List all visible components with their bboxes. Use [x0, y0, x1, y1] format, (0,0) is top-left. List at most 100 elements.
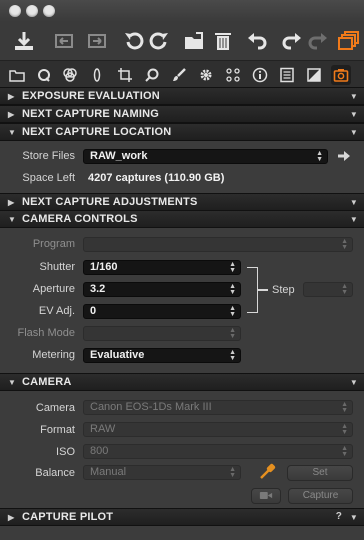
space-left-value: 4207 captures (110.90 GB) — [88, 172, 225, 184]
video-camera-icon — [259, 491, 273, 505]
program-select[interactable]: ▲ ▼ — [83, 237, 353, 252]
shutter-label: Shutter — [39, 261, 75, 273]
lens-icon[interactable] — [87, 65, 107, 85]
iso-label: ISO — [56, 446, 75, 458]
expand-triangle-icon: ▶ — [8, 198, 15, 207]
section-menu-icon[interactable]: ▼ — [350, 198, 358, 207]
section-exposure-evaluation[interactable]: ▶ EXPOSURE EVALUATION ▼ — [0, 87, 364, 105]
magnifier-icon[interactable] — [142, 65, 162, 85]
stack-icon[interactable] — [336, 28, 362, 54]
arrow-right-icon[interactable] — [336, 148, 352, 164]
step-bracket — [247, 267, 258, 313]
select-arrows-icon: ▲ ▼ — [341, 423, 348, 436]
section-menu-icon[interactable]: ▼ — [350, 215, 358, 224]
flash-mode-select[interactable]: ▲ ▼ — [83, 326, 241, 341]
collapse-triangle-icon: ▼ — [8, 128, 17, 137]
crop-icon[interactable] — [115, 65, 135, 85]
camera-controls-panel: Program ▲ ▼ Shutter 1/160 ▲ ▼ Aperture 3.2… — [0, 228, 364, 373]
collapse-triangle-icon: ▼ — [8, 215, 17, 224]
ev-adj-label: EV Adj. — [38, 305, 75, 317]
tool-tab-strip — [0, 60, 364, 88]
format-label: Format — [40, 424, 75, 436]
keyword-icon[interactable] — [223, 65, 243, 85]
expand-triangle-icon: ▶ — [8, 110, 15, 119]
program-label: Program — [32, 238, 75, 250]
step-label: Step — [272, 284, 295, 296]
bw-icon[interactable] — [304, 65, 324, 85]
section-menu-icon[interactable]: ▼ — [350, 513, 358, 522]
minimize-button[interactable] — [26, 5, 38, 17]
camera-panel: Camera Canon EOS-1Ds Mark III ▲ ▼ Format … — [0, 391, 364, 508]
ev-adj-select[interactable]: 0 ▲ ▼ — [83, 304, 241, 319]
title-bar — [0, 0, 364, 22]
forward-icon[interactable] — [84, 28, 110, 54]
rotate-right-icon[interactable] — [146, 28, 172, 54]
eyedropper-icon[interactable] — [258, 461, 278, 481]
section-camera-controls[interactable]: ▼ CAMERA CONTROLS ▼ — [0, 210, 364, 228]
toolbar — [0, 22, 364, 60]
set-button[interactable]: Set — [287, 465, 353, 481]
rotate-left-icon[interactable] — [121, 28, 147, 54]
color-icon[interactable] — [60, 65, 80, 85]
folder-move-icon[interactable] — [181, 28, 207, 54]
section-camera[interactable]: ▼ CAMERA ▼ — [0, 373, 364, 391]
balance-label: Balance — [35, 467, 75, 479]
step-select[interactable]: ▲ ▼ — [303, 282, 353, 297]
iso-select[interactable]: 800 ▲ ▼ — [83, 444, 353, 459]
import-icon[interactable] — [11, 28, 37, 54]
close-button[interactable] — [9, 5, 21, 17]
store-files-label: Store Files — [22, 150, 75, 162]
live-view-button[interactable] — [251, 488, 281, 504]
select-arrows-icon: ▲ ▼ — [229, 466, 236, 479]
help-icon[interactable]: ? — [336, 511, 342, 522]
metering-label: Metering — [32, 349, 75, 361]
select-arrows-icon: ▲ ▼ — [341, 238, 348, 251]
camera-label: Camera — [35, 402, 75, 414]
select-arrows-icon: ▲ ▼ — [229, 349, 236, 362]
shutter-select[interactable]: 1/160 ▲ ▼ — [83, 260, 241, 275]
section-menu-icon[interactable]: ▼ — [350, 378, 358, 387]
brush-icon[interactable] — [169, 65, 189, 85]
store-files-select[interactable]: RAW_work ▲ ▼ — [83, 149, 328, 164]
back-icon[interactable] — [51, 28, 77, 54]
format-select[interactable]: RAW ▲ ▼ — [83, 422, 353, 437]
section-capture-pilot[interactable]: ▶ CAPTURE PILOT ? ▼ — [0, 508, 364, 526]
list-icon[interactable] — [277, 65, 297, 85]
search-icon[interactable] — [34, 65, 54, 85]
flash-mode-label: Flash Mode — [17, 327, 75, 339]
balance-select[interactable]: Manual ▲ ▼ — [83, 465, 241, 480]
folder-icon[interactable] — [7, 65, 27, 85]
select-arrows-icon: ▲ ▼ — [229, 305, 236, 318]
expand-triangle-icon: ▶ — [8, 92, 15, 101]
location-panel: Store Files RAW_work ▲ ▼ Space Left 4207 … — [0, 141, 364, 193]
select-arrows-icon: ▲ ▼ — [229, 283, 236, 296]
camera-select[interactable]: Canon EOS-1Ds Mark III ▲ ▼ — [83, 400, 353, 415]
select-arrows-icon: ▲ ▼ — [341, 283, 348, 296]
section-menu-icon[interactable]: ▼ — [350, 128, 358, 137]
aperture-label: Aperture — [32, 283, 75, 295]
select-arrows-icon: ▲ ▼ — [229, 261, 236, 274]
panel-footer — [0, 526, 364, 540]
section-menu-icon[interactable]: ▼ — [350, 92, 358, 101]
aperture-select[interactable]: 3.2 ▲ ▼ — [83, 282, 241, 297]
trash-icon[interactable] — [210, 28, 236, 54]
capture-button[interactable]: Capture — [288, 488, 353, 504]
section-next-capture-adjustments[interactable]: ▶ NEXT CAPTURE ADJUSTMENTS ▼ — [0, 193, 364, 211]
undo-icon[interactable] — [244, 28, 270, 54]
select-arrows-icon: ▲ ▼ — [341, 401, 348, 414]
collapse-triangle-icon: ▼ — [8, 378, 17, 387]
space-left-label: Space Left — [22, 172, 75, 184]
gear-icon[interactable] — [196, 65, 216, 85]
camera-icon[interactable] — [331, 65, 351, 85]
metering-select[interactable]: Evaluative ▲ ▼ — [83, 348, 241, 363]
redo-icon[interactable] — [279, 28, 305, 54]
section-next-capture-naming[interactable]: ▶ NEXT CAPTURE NAMING ▼ — [0, 105, 364, 123]
redo-disabled-icon — [305, 28, 331, 54]
select-arrows-icon: ▲ ▼ — [341, 445, 348, 458]
expand-triangle-icon: ▶ — [8, 513, 15, 522]
section-menu-icon[interactable]: ▼ — [350, 110, 358, 119]
section-next-capture-location[interactable]: ▼ NEXT CAPTURE LOCATION ▼ — [0, 123, 364, 141]
zoom-button[interactable] — [43, 5, 55, 17]
info-icon[interactable] — [250, 65, 270, 85]
select-arrows-icon: ▲ ▼ — [316, 150, 323, 163]
